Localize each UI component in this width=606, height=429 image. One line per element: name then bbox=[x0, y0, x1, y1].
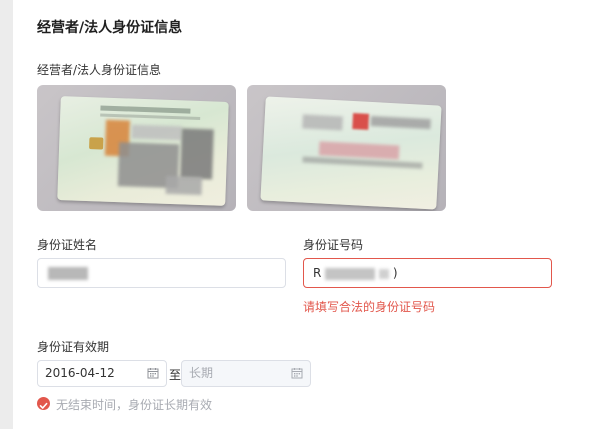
validity-start-date[interactable]: 2016-04-12 bbox=[37, 360, 167, 387]
id-name-label: 身份证姓名 bbox=[37, 238, 98, 252]
id-card-back-image[interactable] bbox=[247, 85, 446, 211]
left-strip bbox=[0, 0, 13, 429]
blurred-text bbox=[165, 175, 203, 196]
blurred-text bbox=[302, 156, 423, 169]
blurred-portrait bbox=[180, 128, 214, 180]
blurred-text bbox=[318, 141, 400, 160]
blurred-text bbox=[131, 124, 182, 141]
card-header-subtext bbox=[100, 113, 201, 120]
section-title: 经营者/法人身份证信息 bbox=[37, 20, 183, 36]
id-name-input[interactable] bbox=[37, 258, 286, 288]
id-number-suffix: ) bbox=[392, 266, 398, 280]
blurred-text bbox=[302, 114, 343, 131]
redacted-name bbox=[48, 267, 88, 280]
id-number-value: R bbox=[313, 266, 322, 280]
card-plate bbox=[57, 96, 229, 206]
start-date-value: 2016-04-12 bbox=[45, 366, 115, 380]
redacted-id-number bbox=[379, 268, 389, 279]
id-validity-label: 身份证有效期 bbox=[37, 340, 110, 354]
card-chip bbox=[89, 137, 104, 150]
id-number-label: 身份证号码 bbox=[303, 238, 364, 252]
id-card-front-image[interactable] bbox=[37, 85, 236, 211]
blurred-text bbox=[370, 115, 431, 130]
calendar-icon bbox=[147, 368, 159, 379]
date-range-separator: 至 bbox=[169, 368, 182, 382]
id-number-error: 请填写合法的身份证号码 bbox=[303, 300, 436, 314]
end-date-placeholder: 长期 bbox=[189, 366, 214, 380]
long-term-label[interactable]: 无结束时间，身份证长期有效 bbox=[56, 396, 212, 413]
card-emblem bbox=[352, 113, 370, 130]
long-term-checkbox[interactable] bbox=[37, 397, 50, 410]
card-plate bbox=[260, 96, 442, 210]
card-header-text bbox=[100, 105, 191, 114]
calendar-icon bbox=[291, 368, 303, 379]
check-icon bbox=[39, 402, 48, 409]
id-number-input[interactable]: R ) bbox=[303, 258, 552, 288]
validity-end-date[interactable]: 长期 bbox=[181, 360, 311, 387]
id-upload-label: 经营者/法人身份证信息 bbox=[37, 63, 162, 77]
redacted-id-number bbox=[325, 267, 376, 280]
